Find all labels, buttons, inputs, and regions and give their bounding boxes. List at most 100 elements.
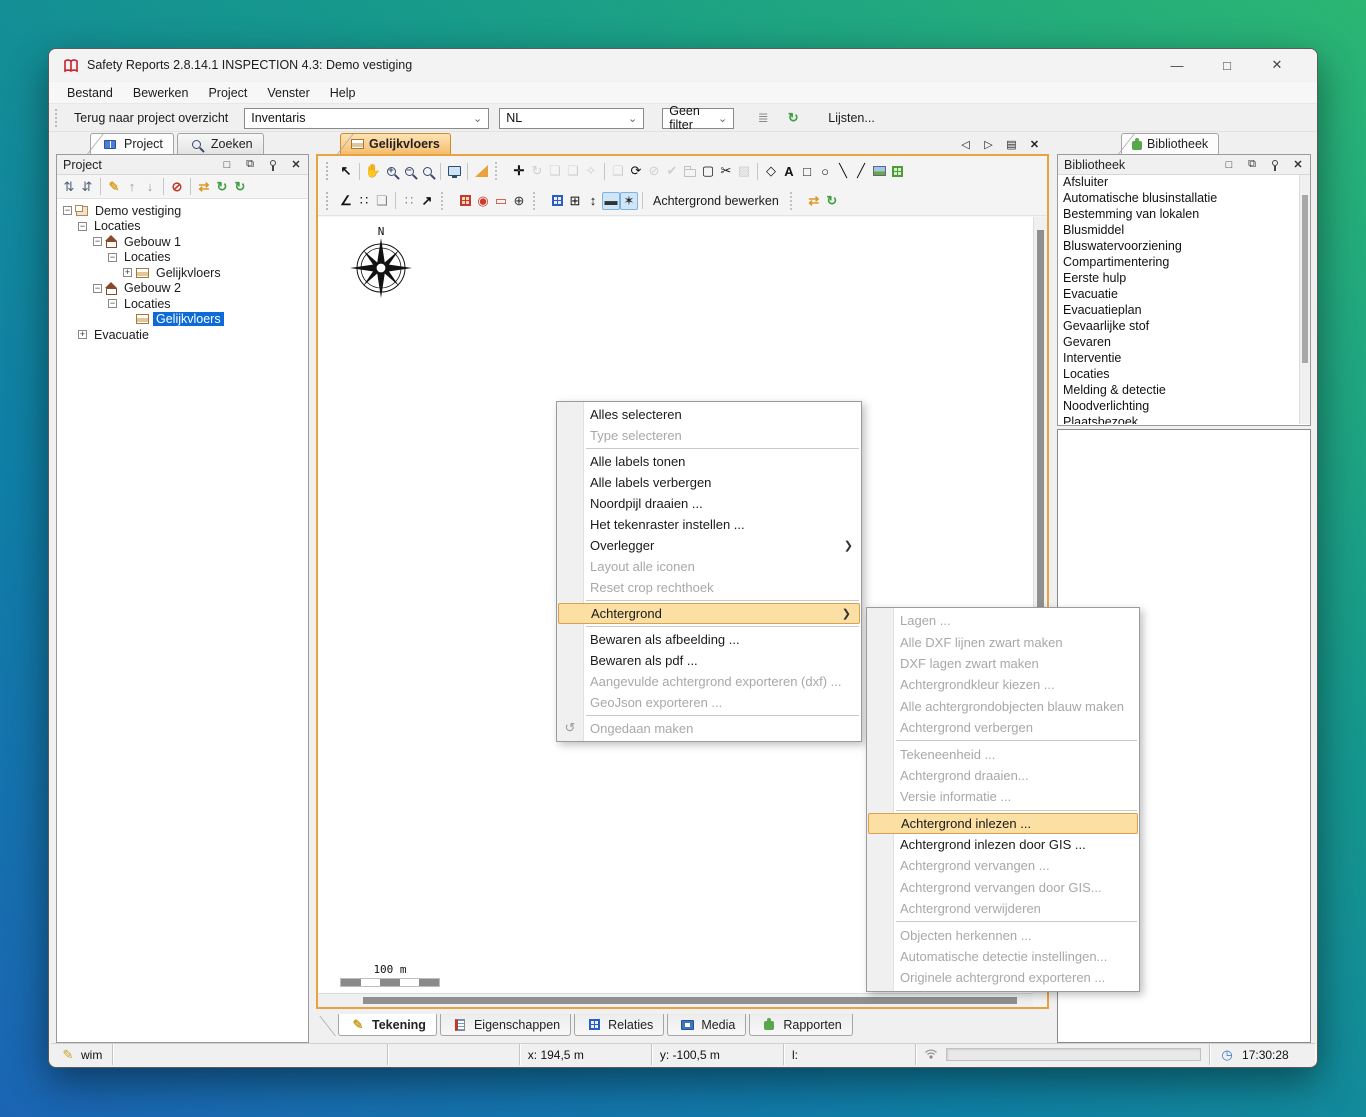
tab-rapporten[interactable]: Rapporten	[749, 1014, 852, 1036]
text-tool-icon[interactable]: A	[780, 162, 798, 180]
collapse-node-icon[interactable]: −	[93, 237, 102, 246]
pan-hand-icon[interactable]: ✋	[364, 162, 382, 180]
select-rect-icon[interactable]: ▢	[699, 162, 717, 180]
library-item[interactable]: Bestemming van lokalen	[1059, 207, 1309, 223]
jump-arrow-icon[interactable]: ↗	[418, 192, 436, 210]
menu-item-alle-labels-verbergen[interactable]: Alle labels verbergen	[557, 472, 861, 493]
tree-node-gebouw-1[interactable]: Gebouw 1	[121, 235, 184, 249]
swap-icon[interactable]: ⇄	[195, 178, 213, 196]
tree-node-gelijkvloers[interactable]: Gelijkvloers	[153, 312, 224, 326]
crop-icon[interactable]: ✂	[717, 162, 735, 180]
tree-node-evacuatie[interactable]: Evacuatie	[91, 328, 152, 342]
library-item[interactable]: Plaatsbezoek	[1059, 415, 1309, 424]
fit-extent-icon[interactable]: ⊞	[566, 192, 584, 210]
collapse-node-icon[interactable]: −	[78, 222, 87, 231]
free-transform-icon[interactable]: ▨	[735, 162, 753, 180]
tree-expand-icon[interactable]: ⇅	[60, 178, 78, 196]
menu-item-alles-selecteren[interactable]: Alles selecteren	[557, 404, 861, 425]
refresh-green-icon[interactable]: ↻	[231, 178, 249, 196]
rotate-icon[interactable]: ↻	[528, 162, 546, 180]
menu-venster[interactable]: Venster	[257, 84, 319, 102]
menu-item-overlegger[interactable]: Overlegger❯	[557, 535, 861, 556]
collapse-node-icon[interactable]: −	[63, 206, 72, 215]
library-item[interactable]: Noodverlichting	[1059, 399, 1309, 415]
tab-tekening[interactable]: ✎Tekening	[338, 1014, 437, 1036]
swap-background-icon[interactable]: ⇄	[805, 192, 823, 210]
back-to-project-overview-button[interactable]: Terug naar project overzicht	[66, 111, 236, 125]
copy-icon[interactable]: ❏	[609, 162, 627, 180]
select-cursor-icon[interactable]: ↖	[337, 162, 355, 180]
fit-screen-icon[interactable]	[445, 162, 463, 180]
scalebar-toggle-icon[interactable]: ▬	[602, 192, 620, 210]
move-icon[interactable]: ✛	[510, 162, 528, 180]
tree-row[interactable]: −Locaties	[59, 296, 306, 312]
tree-row[interactable]: − Gebouw 1	[59, 234, 306, 250]
language-dropdown[interactable]: NL ⌄	[499, 108, 644, 129]
horizontal-scrollbar-thumb[interactable]	[363, 997, 1017, 1004]
menu-item-bewaren-als-pdf[interactable]: Bewaren als pdf ...	[557, 650, 861, 671]
grid-blue-icon[interactable]	[548, 192, 566, 210]
tab-zoeken[interactable]: Zoeken	[177, 133, 264, 154]
tree-row[interactable]: −Locaties	[59, 250, 306, 266]
refresh-icon[interactable]: ↻	[784, 109, 802, 127]
image-tool-icon[interactable]	[870, 162, 888, 180]
minimize-button[interactable]: —	[1169, 56, 1185, 74]
polygon-tool-icon[interactable]: ◇	[762, 162, 780, 180]
block-icon[interactable]: ⊘	[645, 162, 663, 180]
snap-points-icon[interactable]: ∷	[355, 192, 373, 210]
menu-bestand[interactable]: Bestand	[57, 84, 123, 102]
library-item[interactable]: Automatische blusinstallatie	[1059, 191, 1309, 207]
library-item[interactable]: Evacuatie	[1059, 287, 1309, 303]
crosshair-icon[interactable]: ⊕	[510, 192, 528, 210]
menu-item-bewaren-als-afbeelding[interactable]: Bewaren als afbeelding ...	[557, 629, 861, 650]
axis-origin-icon[interactable]: ↕	[584, 192, 602, 210]
prev-document-button[interactable]: ◁	[959, 138, 972, 151]
library-item[interactable]: Interventie	[1059, 351, 1309, 367]
menu-item-noordpijl-draaien[interactable]: Noordpijl draaien ...	[557, 493, 861, 514]
inventory-dropdown[interactable]: Inventaris ⌄	[244, 108, 489, 129]
tree-row[interactable]: +Gelijkvloers	[59, 265, 306, 281]
float-panel-button[interactable]: ⧉	[1246, 159, 1258, 171]
tree-node-demo-vestiging[interactable]: Demo vestiging	[92, 204, 184, 218]
maximize-panel-button[interactable]: □	[1223, 159, 1235, 171]
open-icon[interactable]	[681, 162, 699, 180]
snap-move-icon[interactable]: ❏	[373, 192, 391, 210]
library-item[interactable]: Eerste hulp	[1059, 271, 1309, 287]
library-item[interactable]: Gevaarlijke stof	[1059, 319, 1309, 335]
titlebar[interactable]: Safety Reports 2.8.14.1 INSPECTION 4.3: …	[49, 49, 1317, 81]
replace-icon[interactable]: ⟳	[627, 162, 645, 180]
toolbar-drag-handle[interactable]	[326, 162, 333, 180]
red-rect-icon[interactable]: ▭	[492, 192, 510, 210]
move-down-icon[interactable]: ↓	[141, 178, 159, 196]
block-red-icon[interactable]: ⊘	[168, 178, 186, 196]
tree-row[interactable]: − Demo vestiging	[59, 203, 306, 219]
collapse-node-icon[interactable]: −	[108, 253, 117, 262]
library-item[interactable]: Bluswatervoorziening	[1059, 239, 1309, 255]
measure-setsquare-icon[interactable]	[472, 162, 490, 180]
menu-item-alle-labels-tonen[interactable]: Alle labels tonen	[557, 451, 861, 472]
north-toggle-icon[interactable]: ✶	[620, 192, 638, 210]
tab-relaties[interactable]: Relaties	[574, 1014, 664, 1036]
refresh-add-icon[interactable]: ↻	[213, 178, 231, 196]
filter-slider-icon[interactable]: ≣	[754, 109, 772, 127]
menu-item-achtergrond-inlezen[interactable]: Achtergrond inlezen ...	[868, 813, 1138, 834]
rectangle-tool-icon[interactable]: □	[798, 162, 816, 180]
expand-node-icon[interactable]: +	[123, 268, 132, 277]
library-item[interactable]: Compartimentering	[1059, 255, 1309, 271]
next-document-button[interactable]: ▷	[982, 138, 995, 151]
library-item[interactable]: Evacuatieplan	[1059, 303, 1309, 319]
tree-node-locaties[interactable]: Locaties	[121, 297, 174, 311]
tree-row[interactable]: Gelijkvloers	[59, 312, 306, 328]
move-up-icon[interactable]: ↑	[123, 178, 141, 196]
tree-row[interactable]: −Locaties	[59, 219, 306, 235]
tree-node-locaties[interactable]: Locaties	[121, 250, 174, 264]
library-item[interactable]: Blusmiddel	[1059, 223, 1309, 239]
lists-button[interactable]: Lijsten...	[828, 111, 875, 125]
tree-row[interactable]: +Evacuatie	[59, 327, 306, 343]
close-panel-button[interactable]: ✕	[1292, 159, 1304, 171]
menu-project[interactable]: Project	[198, 84, 257, 102]
filter-dropdown[interactable]: Geen filter ⌄	[662, 108, 734, 129]
tree-row[interactable]: −Gebouw 2	[59, 281, 306, 297]
library-scrollbar[interactable]	[1299, 175, 1310, 424]
toolbar-drag-handle[interactable]	[326, 192, 333, 210]
